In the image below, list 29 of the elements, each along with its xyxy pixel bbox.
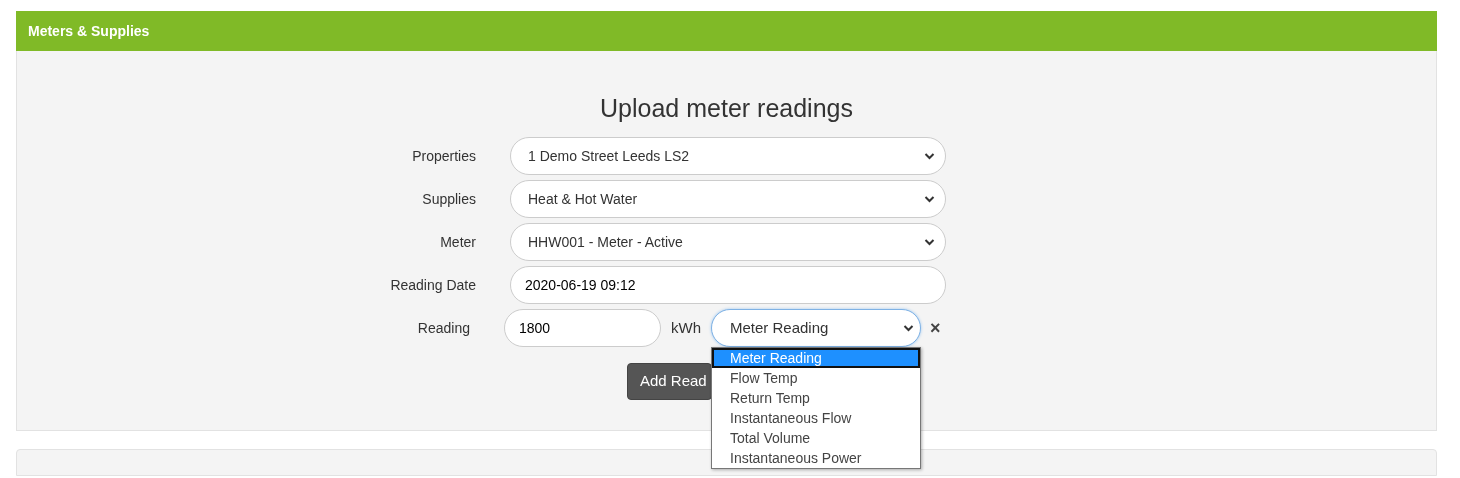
input-field[interactable]: 2020-06-19 09:12 (510, 266, 946, 304)
select-field[interactable]: HHW001 - Meter - Active (510, 223, 946, 261)
unit-label: kWh (671, 317, 701, 338)
select-value: 1 Demo Street Leeds LS2 (528, 146, 690, 166)
select-field[interactable]: Meter Reading (711, 309, 921, 347)
select-value: Meter Reading (730, 317, 829, 338)
field-label: Supplies (421, 189, 476, 209)
dropdown-option[interactable]: Flow Temp (712, 368, 920, 388)
field-label: Properties (411, 146, 476, 166)
remove-button[interactable]: × (930, 319, 941, 337)
chevron-down-icon (924, 238, 935, 246)
panel-title: Meters & Supplies (16, 11, 1437, 51)
field-label: Reading Date (389, 275, 476, 295)
select-field[interactable]: 1 Demo Street Leeds LS2 (510, 137, 946, 175)
select-value: Heat & Hot Water (528, 189, 638, 209)
dropdown-option[interactable]: Instantaneous Power (712, 448, 920, 468)
dropdown-option[interactable]: Total Volume (712, 428, 920, 448)
add-reading-button[interactable]: Add Read (627, 363, 712, 400)
field-label: Reading (416, 318, 470, 338)
field-label: Meter (439, 232, 476, 252)
input-field[interactable]: 1800 (504, 309, 661, 347)
chevron-down-icon (924, 152, 935, 160)
dropdown-option[interactable]: Instantaneous Flow (712, 408, 920, 428)
form-heading: Upload meter readings (599, 93, 854, 123)
select-field[interactable]: Heat & Hot Water (510, 180, 946, 218)
chevron-down-icon (903, 324, 914, 332)
chevron-down-icon (924, 195, 935, 203)
select-value: HHW001 - Meter - Active (528, 232, 683, 252)
dropdown-option[interactable]: Return Temp (712, 388, 920, 408)
